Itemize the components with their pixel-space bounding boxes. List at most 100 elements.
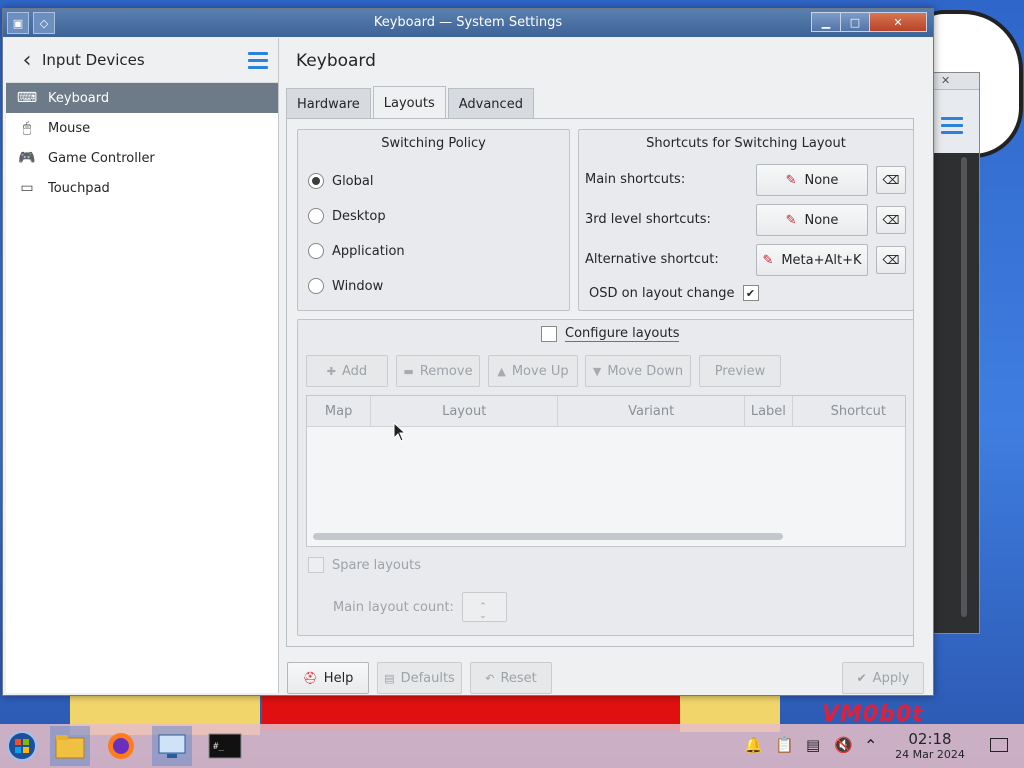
third-level-shortcuts-row: 3rd level shortcuts: — [585, 212, 755, 227]
radio-label: Desktop — [332, 208, 386, 224]
main-layout-count-label: Main layout count: — [333, 599, 454, 615]
radio-label: Application — [332, 243, 405, 259]
group-title: Shortcuts for Switching Layout — [646, 136, 846, 151]
checkmark-icon: ✔ — [856, 671, 867, 685]
osd-checkbox[interactable]: ✔ — [742, 285, 759, 301]
spare-layouts-checkbox[interactable] — [308, 557, 324, 573]
arrow-down-icon: ▼ — [592, 364, 602, 378]
clear-main-shortcut-button[interactable]: ⌫ — [876, 166, 906, 194]
hamburger-menu-icon[interactable] — [248, 52, 268, 73]
taskbar-file-manager[interactable] — [50, 726, 90, 766]
radio-application[interactable]: Application — [308, 243, 405, 259]
arrow-up-icon: ▲ — [497, 364, 506, 378]
move-down-button[interactable]: ▼ Move Down — [585, 355, 691, 387]
maximize-button[interactable]: □ — [840, 12, 870, 32]
radio-indicator[interactable] — [308, 243, 324, 259]
button-label: Apply — [872, 670, 910, 686]
close-icon[interactable]: ✕ — [941, 74, 950, 87]
column-header-shortcut[interactable]: Shortcut — [793, 396, 905, 426]
title-bar[interactable]: ▣ ◇ Keyboard — System Settings ▁ □ ✕ — [3, 9, 933, 37]
radio-desktop[interactable]: Desktop — [308, 208, 386, 224]
start-menu-button[interactable] — [2, 726, 42, 766]
move-up-button[interactable]: ▲ Move Up — [488, 355, 578, 387]
configure-layouts-group: Configure layouts ✚ Add ▬ Remove ▲ Move … — [297, 319, 914, 636]
button-label: Defaults — [400, 670, 455, 686]
taskbar-firefox[interactable] — [101, 726, 141, 766]
notification-bell-icon[interactable]: 🔔 — [744, 736, 763, 754]
sidebar-item-touchpad[interactable]: ▭ Touchpad — [6, 173, 278, 203]
taskbar-terminal[interactable]: #_ — [205, 726, 245, 766]
shortcut-value: Meta+Alt+K — [781, 252, 862, 268]
sidebar-item-label: Mouse — [48, 120, 91, 136]
button-label: Reset — [500, 670, 537, 686]
tab-bar: Hardware Layouts Advanced — [286, 86, 536, 119]
radio-indicator[interactable] — [308, 278, 324, 294]
button-label: Add — [342, 363, 368, 379]
defaults-button[interactable]: ▤ Defaults — [377, 662, 462, 694]
storage-icon[interactable]: ▤ — [806, 736, 820, 754]
configure-layouts-label[interactable]: Configure layouts — [565, 326, 680, 342]
sidebar: ‹ Input Devices ⌨ Keyboard 🖱 Mouse 🎮 Gam… — [6, 38, 279, 693]
button-label: Move Up — [511, 363, 569, 379]
osd-row: OSD on layout change ✔ — [589, 285, 759, 301]
radio-global[interactable]: Global — [308, 173, 373, 189]
shortcuts-group: Shortcuts for Switching Layout Main shor… — [578, 129, 914, 311]
reset-button[interactable]: ↶ Reset — [470, 662, 552, 694]
radio-indicator[interactable] — [308, 208, 324, 224]
clear-alternative-shortcut-button[interactable]: ⌫ — [876, 246, 906, 274]
main-shortcut-button[interactable]: ✎ None — [756, 164, 868, 196]
tab-layouts[interactable]: Layouts — [372, 86, 446, 119]
show-desktop-icon[interactable] — [990, 738, 1008, 752]
column-header-variant[interactable]: Variant — [558, 396, 746, 426]
clear-third-level-shortcut-button[interactable]: ⌫ — [876, 206, 906, 234]
sidebar-item-keyboard[interactable]: ⌨ Keyboard — [6, 83, 278, 113]
configure-layouts-checkbox[interactable] — [541, 326, 557, 342]
sidebar-item-game-controller[interactable]: 🎮 Game Controller — [6, 143, 278, 173]
switching-policy-group: Switching Policy Global Desktop Applicat… — [297, 129, 570, 311]
keyboard-icon: ⌨ — [16, 90, 38, 106]
horizontal-scrollbar[interactable] — [313, 533, 783, 540]
minimize-button[interactable]: ▁ — [811, 12, 841, 32]
shortcut-value: None — [804, 212, 839, 228]
shortcut-value: None — [804, 172, 839, 188]
main-layout-count-spinbox[interactable]: ⌃ ⌄ — [461, 592, 507, 622]
third-level-shortcut-button[interactable]: ✎ None — [756, 204, 868, 236]
volume-muted-icon[interactable]: 🔇 — [834, 736, 853, 754]
help-button[interactable]: ⛑ Help — [287, 662, 369, 694]
magic-wand-icon: ✎ — [785, 172, 797, 188]
content-area: Keyboard Hardware Layouts Advanced Switc… — [279, 38, 930, 694]
clock[interactable]: 02:18 24 Mar 2024 — [890, 730, 970, 761]
apply-button[interactable]: ✔ Apply — [842, 662, 924, 694]
button-label: Preview — [714, 363, 766, 379]
hamburger-menu-icon[interactable] — [941, 117, 963, 134]
sidebar-item-label: Keyboard — [48, 90, 110, 106]
clipboard-icon[interactable]: 📋 — [775, 736, 794, 754]
configure-layouts-row: Configure layouts — [541, 326, 680, 342]
column-header-map[interactable]: Map — [307, 396, 372, 426]
sidebar-header: ‹ Input Devices — [6, 38, 278, 83]
tab-hardware[interactable]: Hardware — [286, 88, 371, 119]
svg-text:#_: #_ — [213, 742, 224, 752]
close-button[interactable]: ✕ — [869, 12, 927, 32]
column-header-label[interactable]: Label — [745, 396, 793, 426]
alternative-shortcut-row: Alternative shortcut: — [585, 252, 755, 267]
tab-advanced[interactable]: Advanced — [447, 88, 534, 119]
radio-indicator[interactable] — [308, 173, 324, 189]
terminal-icon: #_ — [208, 733, 242, 759]
background-window[interactable]: ✕ — [930, 72, 980, 634]
add-button[interactable]: ✚ Add — [306, 355, 388, 387]
shortcut-label: 3rd level shortcuts: — [585, 212, 711, 227]
chevron-up-icon[interactable]: ⌃ — [864, 736, 877, 755]
alternative-shortcut-button[interactable]: ✎ Meta+Alt+K — [756, 244, 868, 276]
back-arrow-icon[interactable]: ‹ — [12, 48, 42, 73]
sidebar-item-mouse[interactable]: 🖱 Mouse — [6, 113, 278, 143]
scrollbar[interactable] — [961, 157, 967, 617]
radio-window[interactable]: Window — [308, 278, 383, 294]
preview-button[interactable]: Preview — [699, 355, 781, 387]
group-title: Switching Policy — [381, 136, 486, 151]
firefox-icon — [108, 733, 134, 759]
spin-down-icon[interactable]: ⌄ — [479, 612, 487, 621]
remove-button[interactable]: ▬ Remove — [396, 355, 480, 387]
taskbar-system-settings[interactable] — [152, 726, 192, 766]
layouts-table[interactable]: Map Layout Variant Label Shortcut — [306, 395, 906, 547]
